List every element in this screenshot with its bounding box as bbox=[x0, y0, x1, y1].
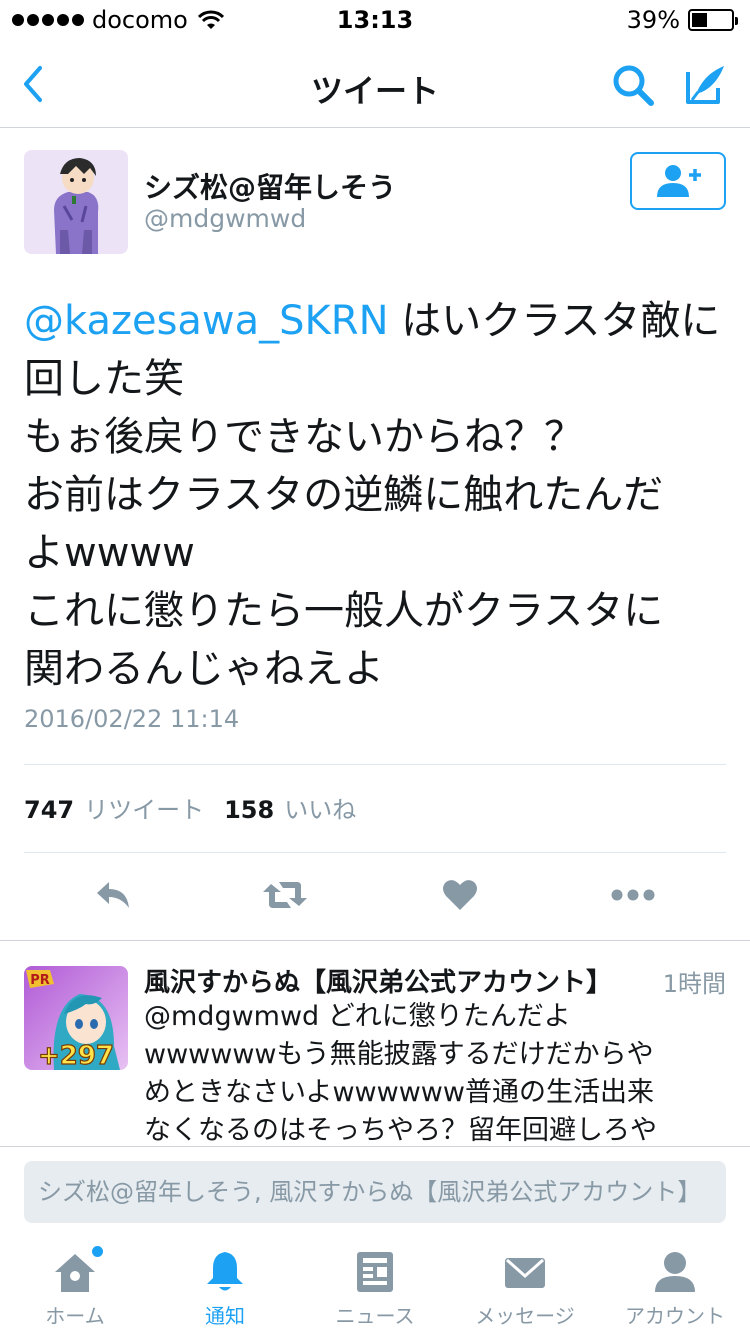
add-user-icon bbox=[657, 165, 701, 197]
mention-link[interactable]: @kazesawa_SKRN bbox=[24, 298, 389, 344]
tweet-author: シズ松@留年しそう @mdgwmwd bbox=[24, 150, 726, 256]
tweet-timestamp: 2016/02/22 11:14 bbox=[24, 705, 240, 733]
status-right: 39% bbox=[626, 6, 738, 34]
retweet-label[interactable]: リツイート bbox=[84, 790, 204, 825]
character-avatar-image bbox=[24, 150, 128, 254]
tab-label: ニュース bbox=[335, 1304, 415, 1328]
section-divider bbox=[0, 940, 750, 941]
tweet-actions bbox=[0, 870, 750, 920]
tweet-line-text: はいクラスタ敵に bbox=[388, 298, 721, 344]
tab-label: 通知 bbox=[205, 1304, 245, 1328]
more-icon bbox=[611, 889, 655, 901]
tab-bar: ホーム 通知 ニュース メッセージ アカウント bbox=[0, 1236, 750, 1334]
follow-button[interactable] bbox=[630, 152, 726, 210]
tab-label: アカウント bbox=[625, 1304, 725, 1328]
like-count[interactable]: 158 bbox=[224, 796, 274, 824]
reply-line: なくなるのはそっちやろ？留年回避しろや bbox=[144, 1115, 657, 1146]
reply-line: @mdgwmwd どれに懲りたんだよ bbox=[144, 1001, 571, 1032]
reply-line: wwwwwwもう無能披露するだけだからや bbox=[144, 1039, 654, 1070]
tweet-line: @kazesawa_SKRN はいクラスタ敵に bbox=[24, 292, 724, 350]
search-icon[interactable] bbox=[610, 62, 656, 108]
pr-badge: PR bbox=[30, 973, 50, 988]
status-bar: docomo 13:13 39% bbox=[0, 0, 750, 40]
news-icon bbox=[351, 1250, 399, 1294]
reply-button[interactable] bbox=[88, 870, 138, 920]
person-icon bbox=[651, 1250, 699, 1294]
tweet-stats: 747 リツイート 158 いいね bbox=[24, 790, 376, 825]
tab-notifications[interactable]: 通知 bbox=[150, 1236, 300, 1334]
tab-label: ホーム bbox=[45, 1304, 105, 1328]
notification-dot bbox=[92, 1246, 103, 1257]
reply-icon bbox=[97, 882, 129, 908]
compose-icon[interactable] bbox=[682, 62, 728, 108]
tweet-line: 回した笑 bbox=[24, 356, 184, 402]
battery-icon bbox=[688, 9, 738, 31]
tab-label: メッセージ bbox=[475, 1304, 575, 1328]
like-label[interactable]: いいね bbox=[284, 790, 356, 825]
tab-account[interactable]: アカウント bbox=[600, 1236, 750, 1334]
home-icon bbox=[51, 1246, 103, 1294]
retweet-button[interactable] bbox=[260, 870, 310, 920]
score-badge: +297 bbox=[38, 1041, 114, 1070]
envelope-icon bbox=[501, 1250, 549, 1294]
divider bbox=[24, 852, 726, 853]
avatar[interactable] bbox=[24, 150, 128, 254]
reply-text: @mdgwmwd どれに懲りたんだよ wwwwwwもう無能披露するだけだからや … bbox=[144, 998, 726, 1146]
tweet-line: もぉ後戻りできないからね？？ bbox=[24, 414, 584, 460]
retweet-count[interactable]: 747 bbox=[24, 796, 74, 824]
reply-input[interactable]: シズ松@留年しそう, 風沢すからぬ【風沢弟公式アカウント】 bbox=[24, 1161, 726, 1223]
reply-tweet[interactable]: PR +297 風沢すからぬ【風沢弟公式アカウント】 1時間 @mdgwmwd … bbox=[24, 962, 726, 1146]
reply-line: めときなさいよwwwwww普通の生活出来 bbox=[144, 1077, 654, 1108]
like-button[interactable] bbox=[435, 870, 485, 920]
tab-home[interactable]: ホーム bbox=[0, 1236, 150, 1334]
author-name[interactable]: シズ松@留年しそう bbox=[144, 166, 396, 206]
tweet-line: お前はクラスタの逆鱗に触れたんだ bbox=[24, 472, 664, 518]
anime-avatar-image: PR +297 bbox=[24, 966, 128, 1070]
reply-composer: シズ松@留年しそう, 風沢すからぬ【風沢弟公式アカウント】 bbox=[0, 1146, 750, 1236]
reply-author-name[interactable]: 風沢すからぬ【風沢弟公式アカウント】 bbox=[144, 962, 612, 999]
bell-icon bbox=[201, 1250, 249, 1294]
author-handle[interactable]: @mdgwmwd bbox=[144, 204, 306, 233]
tweet-line: よwwww bbox=[24, 530, 195, 576]
reply-time: 1時間 bbox=[662, 970, 726, 998]
heart-icon bbox=[443, 880, 477, 910]
battery-percent: 39% bbox=[626, 6, 680, 34]
retweet-icon bbox=[263, 882, 307, 908]
more-button[interactable] bbox=[608, 870, 658, 920]
divider bbox=[24, 764, 726, 765]
tweet-line: 関わるんじゃねえよ bbox=[24, 646, 384, 692]
reply-avatar[interactable]: PR +297 bbox=[24, 966, 128, 1070]
tweet-text: @kazesawa_SKRN はいクラスタ敵に 回した笑 もぉ後戻りできないから… bbox=[24, 292, 724, 698]
tab-messages[interactable]: メッセージ bbox=[450, 1236, 600, 1334]
nav-bar: ツイート bbox=[0, 40, 750, 128]
tab-news[interactable]: ニュース bbox=[300, 1236, 450, 1334]
tweet-line: これに懲りたら一般人がクラスタに bbox=[24, 588, 664, 634]
